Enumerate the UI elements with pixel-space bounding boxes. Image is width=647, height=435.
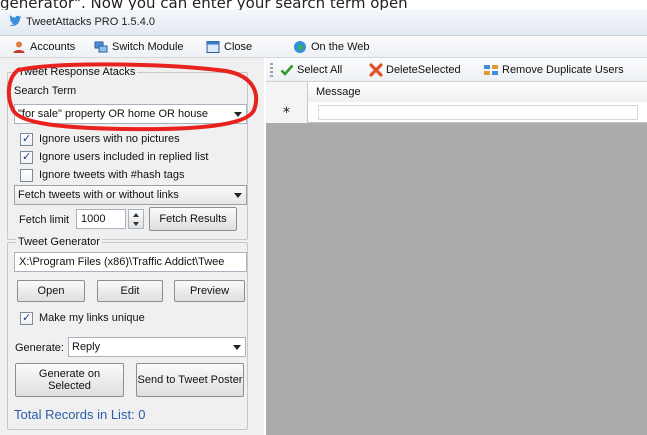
toolbar-grip[interactable]	[270, 63, 273, 77]
twitter-bird-icon	[9, 15, 22, 26]
make-links-unique-row[interactable]: Make my links unique	[20, 311, 145, 325]
tweet-response-legend: Tweet Response Atacks	[16, 66, 138, 78]
make-links-unique-label: Make my links unique	[39, 312, 145, 324]
generate-combo[interactable]: Reply	[68, 337, 246, 357]
chevron-down-icon	[234, 112, 242, 117]
title-bar: TweetAttacks PRO 1.5.4.0	[0, 10, 647, 36]
search-term-label: Search Term	[14, 85, 77, 97]
message-column-label: Message	[316, 86, 361, 98]
fetch-limit-value: 1000	[81, 213, 106, 225]
generate-label: Generate:	[15, 342, 64, 354]
message-column-header[interactable]: Message	[308, 82, 647, 102]
ignore-hashtags-label: Ignore tweets with #hash tags	[39, 169, 185, 181]
open-button[interactable]: Open	[17, 280, 85, 302]
menu-accounts-label: Accounts	[30, 41, 76, 53]
ignore-hashtags-checkbox[interactable]	[20, 168, 33, 182]
tweet-generator-legend: Tweet Generator	[16, 236, 102, 248]
close-window-icon	[206, 41, 220, 53]
edit-button[interactable]: Edit	[97, 280, 163, 302]
generator-path-input[interactable]: X:\Program Files (x86)\Traffic Addict\Tw…	[14, 252, 247, 272]
select-all-button[interactable]: Select All	[280, 62, 342, 78]
generate-on-selected-button[interactable]: Generate on Selected	[15, 363, 124, 397]
delete-icon	[369, 63, 383, 77]
menu-accounts[interactable]: Accounts	[12, 39, 75, 55]
left-panel: Tweet Response Atacks Search Term "for s…	[0, 58, 264, 435]
ignore-no-pictures-row[interactable]: Ignore users with no pictures	[20, 132, 180, 146]
grid-corner[interactable]	[266, 82, 308, 102]
globe-icon	[294, 41, 306, 53]
menu-close-label: Close	[224, 41, 253, 53]
menu-switch-module[interactable]: Switch Module	[94, 39, 184, 55]
switch-module-icon	[94, 41, 108, 53]
ignore-replied-label: Ignore users included in replied list	[39, 151, 209, 163]
menu-bar: Accounts Switch Module Close On the Web	[0, 36, 647, 58]
menu-on-the-web-label: On the Web	[311, 41, 370, 53]
grid-toolbar: Select All DeleteSelected Remove Duplica…	[266, 58, 647, 82]
menu-on-the-web[interactable]: On the Web	[293, 39, 370, 55]
menu-switch-module-label: Switch Module	[112, 41, 184, 53]
ignore-no-pictures-checkbox[interactable]	[20, 132, 33, 146]
send-to-tweet-poster-button[interactable]: Send to Tweet Poster	[136, 363, 244, 397]
fetch-mode-combo[interactable]: Fetch tweets with or without links	[14, 185, 247, 205]
accounts-icon	[13, 41, 25, 53]
checkmark-icon	[280, 64, 294, 76]
fetch-limit-label: Fetch limit	[19, 214, 70, 226]
fetch-mode-value: Fetch tweets with or without links	[18, 189, 179, 201]
generate-value: Reply	[72, 341, 101, 353]
chevron-down-icon	[233, 345, 241, 350]
fetch-limit-input[interactable]: 1000	[76, 209, 126, 229]
preview-button[interactable]: Preview	[174, 280, 245, 302]
search-term-value: "for sale" property OR home OR house	[18, 108, 209, 120]
ignore-no-pictures-label: Ignore users with no pictures	[39, 133, 180, 145]
fetch-results-button[interactable]: Fetch Results	[149, 207, 237, 231]
chevron-down-icon	[234, 193, 242, 198]
ignore-replied-checkbox[interactable]	[20, 150, 33, 164]
generator-path-value: X:\Program Files (x86)\Traffic Addict\Tw…	[19, 256, 225, 268]
delete-selected-button[interactable]: DeleteSelected	[369, 62, 461, 78]
window-title: TweetAttacks PRO 1.5.4.0	[26, 16, 156, 28]
stepper-up-icon	[133, 213, 139, 217]
message-cell[interactable]	[318, 105, 638, 120]
total-records-label: Total Records in List: 0	[14, 407, 146, 422]
ignore-replied-row[interactable]: Ignore users included in replied list	[20, 150, 208, 164]
select-all-label: Select All	[297, 64, 343, 76]
grid-new-row[interactable]: *	[266, 102, 647, 123]
search-term-combo[interactable]: "for sale" property OR home OR house	[14, 104, 247, 124]
grid-header: Message	[266, 82, 647, 102]
message-grid-panel: Select All DeleteSelected Remove Duplica…	[266, 58, 647, 435]
delete-selected-label: DeleteSelected	[386, 64, 461, 76]
make-links-unique-checkbox[interactable]	[20, 311, 33, 325]
stepper-down-icon	[133, 222, 139, 226]
remove-duplicate-users-label: Remove Duplicate Users	[502, 64, 624, 76]
users-icon	[484, 65, 498, 75]
menu-close[interactable]: Close	[206, 39, 252, 55]
fetch-limit-stepper[interactable]	[128, 209, 144, 229]
new-row-marker: *	[266, 102, 308, 123]
remove-duplicate-users-button[interactable]: Remove Duplicate Users	[483, 62, 624, 78]
ignore-hashtags-row[interactable]: Ignore tweets with #hash tags	[20, 168, 185, 182]
